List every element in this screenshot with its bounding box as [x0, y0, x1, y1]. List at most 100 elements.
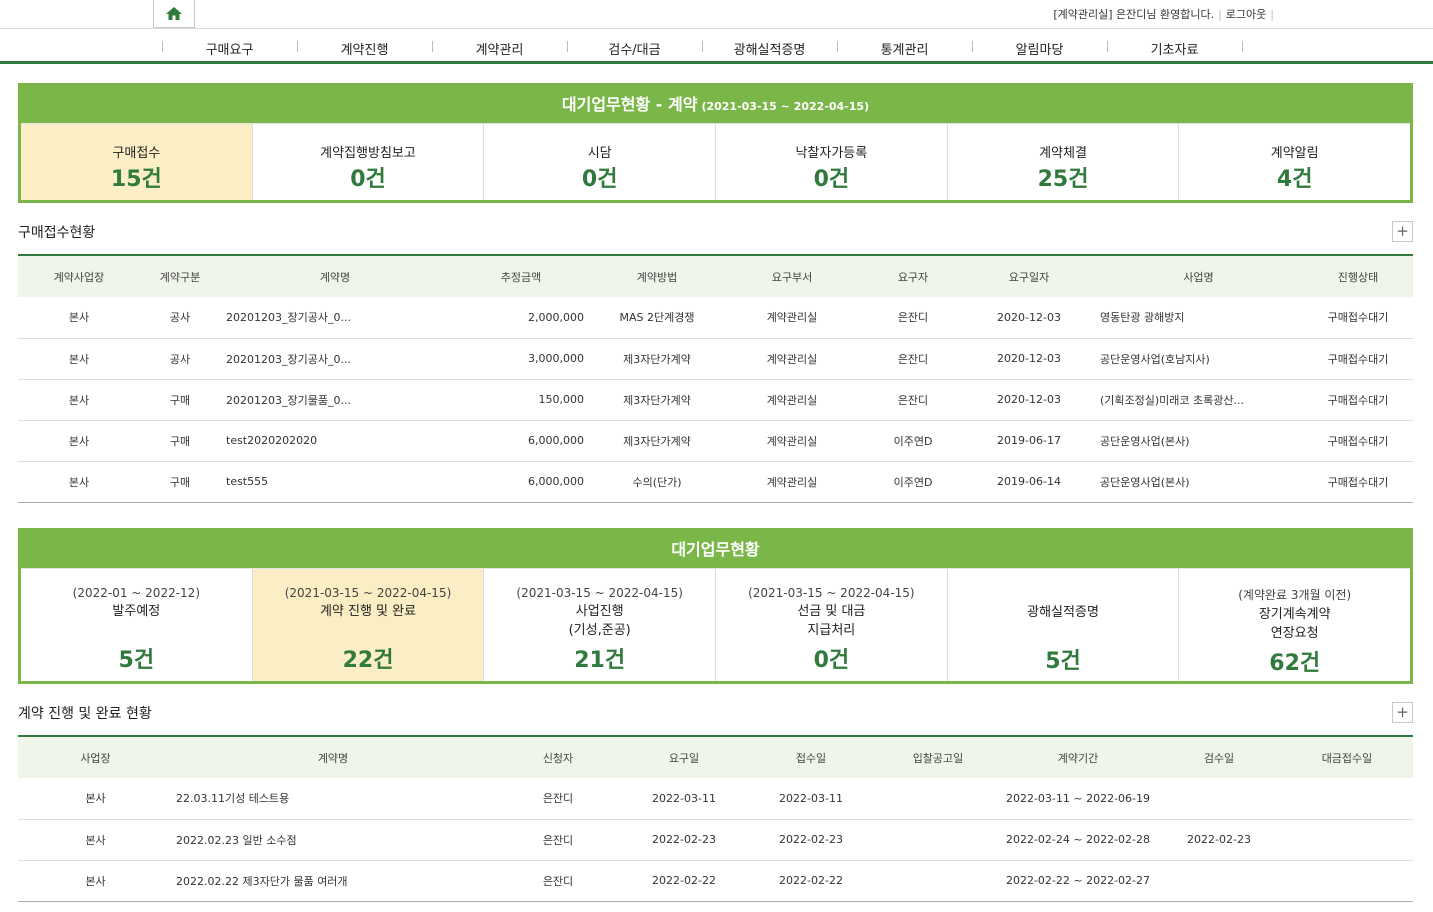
- home-button[interactable]: [153, 0, 195, 28]
- stat-cell-long-term-contract[interactable]: (계약완료 3개월 이전) 장기계속계약 연장요청 62건: [1179, 569, 1410, 681]
- stat-cell-performance-certificate[interactable]: 광해실적증명 5건: [948, 569, 1180, 681]
- cell-contract-period: 2022-02-24 ~ 2022-02-28: [999, 819, 1157, 861]
- stat-label: 계약체결: [1039, 146, 1087, 161]
- cell-contract-name[interactable]: test555: [220, 461, 450, 503]
- cell-site: 본사: [18, 338, 140, 380]
- user-greeting: 은잔디님 환영합니다.: [1116, 8, 1215, 21]
- table-row[interactable]: 본사 구매 test2020202020 6,000,000 제3자단가계약 계…: [18, 420, 1413, 462]
- table-row[interactable]: 본사 2022.02.22 제3자단가 물품 여러개 은잔디 2022-02-2…: [18, 860, 1413, 902]
- stat-cell-contract-progress[interactable]: (2021-03-15 ~ 2022-04-15) 계약 진행 및 완료 22건: [252, 569, 485, 681]
- column-header: 요구일자: [964, 254, 1094, 297]
- cell-inspection-date: 2022-02-23: [1157, 819, 1281, 861]
- nav-item-contract-progress[interactable]: 계약진행: [297, 39, 432, 58]
- stat-count: 25건: [1037, 167, 1089, 192]
- table-header-row: 계약사업장 계약구분 계약명 추정금액 계약방법 요구부서 요구자 요구일자 사…: [18, 254, 1413, 297]
- stat-label: 계약 진행 및 완료: [319, 604, 417, 619]
- stat-cell-payment-processing[interactable]: (2021-03-15 ~ 2022-04-15) 선금 및 대금 지급처리 0…: [716, 569, 948, 681]
- stat-period: (계약완료 3개월 이전): [1238, 588, 1352, 602]
- logout-link[interactable]: 로그아웃: [1226, 8, 1266, 21]
- cell-contract-name[interactable]: 22.03.11기성 테스트용: [173, 778, 493, 820]
- stat-cell-negotiation[interactable]: 시담 0건: [484, 124, 717, 200]
- cell-date: 2020-12-03: [964, 379, 1094, 421]
- nav-item-base-data[interactable]: 기초자료: [1107, 39, 1242, 58]
- stat-period: (2021-03-15 ~ 2022-04-15): [284, 586, 452, 600]
- stat-cell-execution-report[interactable]: 계약집행방침보고 0건: [253, 124, 485, 200]
- stat-label: 계약집행방침보고: [320, 146, 416, 161]
- table-row[interactable]: 본사 공사 20201203_장기공사_0... 3,000,000 제3자단가…: [18, 338, 1413, 380]
- cell-status: 구매접수대기: [1303, 379, 1413, 421]
- cell-project: 공단운영사업(본사): [1094, 461, 1303, 503]
- table-row[interactable]: 본사 공사 20201203_장기공사_0... 2,000,000 MAS 2…: [18, 297, 1413, 339]
- cell-method: MAS 2단계경쟁: [592, 297, 722, 339]
- column-header: 사업명: [1094, 254, 1303, 297]
- column-header: 계약방법: [592, 254, 722, 297]
- stat-period: (2022-01 ~ 2022-12): [72, 586, 200, 600]
- stat-label: 계약알림: [1270, 146, 1319, 161]
- stat-period: (2021-03-15 ~ 2022-04-15): [516, 586, 683, 600]
- panel-title: 대기업무현황 - 계약: [561, 95, 698, 114]
- cell-contract-name[interactable]: 20201203_장기물품_0...: [220, 379, 450, 421]
- expand-purchase-receipt-button[interactable]: +: [1392, 221, 1413, 242]
- stat-cell-contract-conclusion[interactable]: 계약체결 25건: [948, 124, 1180, 200]
- stat-label-2: [253, 619, 484, 637]
- column-header: 요구일: [623, 735, 745, 778]
- expand-contract-progress-button[interactable]: +: [1392, 702, 1413, 723]
- plus-icon: +: [1396, 703, 1409, 721]
- cell-date: 2019-06-14: [964, 461, 1094, 503]
- stat-cell-purchase-receipt[interactable]: 구매접수 15건: [21, 124, 253, 200]
- cell-contract-name[interactable]: 2022.02.23 일반 소수점: [173, 819, 493, 861]
- cell-contract-name[interactable]: 20201203_장기공사_0...: [220, 297, 450, 339]
- table-row[interactable]: 본사 2022.02.23 일반 소수점 은잔디 2022-02-23 2022…: [18, 819, 1413, 861]
- stat-cell-order-plan[interactable]: (2022-01 ~ 2022-12) 발주예정 5건: [21, 569, 253, 681]
- cell-contract-name[interactable]: 2022.02.22 제3자단가 물품 여러개: [173, 860, 493, 902]
- cell-contract-period: 2022-02-22 ~ 2022-02-27: [999, 860, 1157, 902]
- cell-payment-date: [1281, 860, 1413, 902]
- nav-item-notices[interactable]: 알림마당: [972, 39, 1107, 58]
- cell-amount: 6,000,000: [450, 461, 592, 503]
- user-dept: [계약관리실]: [1053, 8, 1113, 21]
- stat-label-2: [21, 619, 252, 637]
- cell-dept: 계약관리실: [722, 338, 862, 380]
- nav-item-statistics[interactable]: 통계관리: [837, 39, 972, 58]
- section-title-purchase-receipt: 구매접수현황: [18, 225, 96, 241]
- cell-type: 공사: [140, 297, 220, 339]
- stat-count: 62건: [1269, 651, 1321, 676]
- stat-cell-contract-notice[interactable]: 계약알림 4건: [1179, 124, 1410, 200]
- column-header: 사업장: [18, 735, 173, 778]
- nav-item-inspection-payment[interactable]: 검수/대금: [567, 39, 702, 58]
- column-header: 추정금액: [450, 254, 592, 297]
- cell-applicant: 은잔디: [493, 819, 623, 861]
- cell-project: 영동탄광 광해방지: [1094, 297, 1303, 339]
- stat-count: 15건: [110, 167, 162, 192]
- stat-count: 0건: [813, 167, 850, 192]
- cell-site: 본사: [18, 379, 140, 421]
- column-header: 계약사업장: [18, 254, 140, 297]
- cell-status: 구매접수대기: [1303, 338, 1413, 380]
- table-row[interactable]: 본사 구매 test555 6,000,000 수의(단가) 계약관리실 이주연…: [18, 461, 1413, 503]
- stat-cell-project-progress[interactable]: (2021-03-15 ~ 2022-04-15) 사업진행 (기성,준공) 2…: [484, 569, 717, 681]
- cell-amount: 6,000,000: [450, 420, 592, 462]
- column-header: 검수일: [1157, 735, 1281, 778]
- cell-bid-notice-date: [877, 819, 999, 861]
- cell-contract-name[interactable]: 20201203_장기공사_0...: [220, 338, 450, 380]
- user-info: [계약관리실] 은잔디님 환영합니다. | 로그아웃 |: [1053, 8, 1274, 21]
- nav-item-purchase-request[interactable]: 구매요구: [162, 39, 297, 58]
- nav-item-performance-certificate[interactable]: 광해실적증명: [702, 39, 837, 58]
- cell-site: 본사: [18, 297, 140, 339]
- stat-label-2: (기성,준공): [568, 623, 631, 638]
- column-header: 대금접수일: [1281, 735, 1413, 778]
- table-row[interactable]: 본사 구매 20201203_장기물품_0... 150,000 제3자단가계약…: [18, 379, 1413, 421]
- table-row[interactable]: 본사 22.03.11기성 테스트용 은잔디 2022-03-11 2022-0…: [18, 778, 1413, 820]
- home-icon: [166, 6, 182, 20]
- cell-requester: 은잔디: [862, 379, 964, 421]
- stat-cell-bidder-registration[interactable]: 낙찰자가등록 0건: [716, 124, 948, 200]
- cell-dept: 계약관리실: [722, 297, 862, 339]
- nav-item-contract-management[interactable]: 계약관리: [432, 39, 567, 58]
- cell-applicant: 은잔디: [493, 778, 623, 820]
- cell-amount: 150,000: [450, 379, 592, 421]
- cell-request-date: 2022-02-22: [623, 860, 745, 902]
- column-header: 계약명: [173, 735, 493, 778]
- cell-receipt-date: 2022-03-11: [745, 778, 877, 820]
- cell-contract-name[interactable]: test2020202020: [220, 420, 450, 462]
- cell-project: 공단운영사업(호남지사): [1094, 338, 1303, 380]
